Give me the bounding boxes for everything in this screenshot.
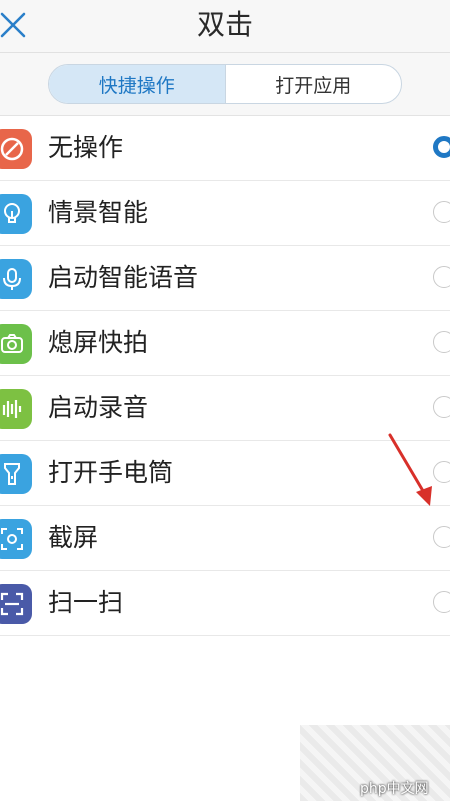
- option-label: 启动智能语音: [48, 263, 199, 292]
- option-label: 情景智能: [48, 198, 149, 227]
- close-icon: [0, 12, 26, 38]
- option-label: 截屏: [48, 523, 99, 552]
- option-scene-intelligence[interactable]: 情景智能: [0, 181, 450, 246]
- tab-open-app[interactable]: 打开应用: [226, 65, 402, 103]
- close-button[interactable]: [0, 6, 36, 42]
- radio-button[interactable]: [433, 331, 450, 353]
- option-screenshot[interactable]: 截屏: [0, 506, 450, 571]
- option-label: 打开手电筒: [48, 458, 174, 487]
- tab-quick-actions[interactable]: 快捷操作: [49, 65, 226, 103]
- bulb-icon: [0, 194, 32, 234]
- radio-button[interactable]: [433, 396, 450, 418]
- segmented-control: 快捷操作 打开应用: [48, 64, 402, 104]
- no-action-icon: [0, 129, 32, 169]
- scan-icon: [0, 584, 32, 624]
- title-bar: 双击: [0, 0, 450, 53]
- option-no-action[interactable]: 无操作: [0, 116, 450, 181]
- option-smart-voice[interactable]: 启动智能语音: [0, 246, 450, 311]
- radio-button[interactable]: [433, 526, 450, 548]
- option-screen-off-snapshot[interactable]: 熄屏快拍: [0, 311, 450, 376]
- page-title: 双击: [196, 8, 253, 41]
- option-label: 熄屏快拍: [48, 328, 149, 357]
- red-arrow-annotation: [388, 433, 432, 506]
- radio-button-selected[interactable]: [433, 136, 450, 158]
- microphone-icon: [0, 259, 32, 299]
- screenshot-icon: [0, 519, 32, 559]
- radio-button[interactable]: [433, 266, 450, 288]
- radio-button[interactable]: [433, 201, 450, 223]
- option-label: 无操作: [48, 133, 124, 162]
- option-list: 无操作 情景智能 启动智能语音 熄屏快拍 启动录音 打开手电筒 截屏 扫一扫: [0, 116, 450, 636]
- camera-icon: [0, 324, 32, 364]
- flashlight-icon: [0, 454, 32, 494]
- audio-bars-icon: [0, 389, 32, 429]
- option-label: 启动录音: [48, 393, 149, 422]
- option-label: 扫一扫: [48, 588, 124, 617]
- option-scan[interactable]: 扫一扫: [0, 571, 450, 636]
- tab-bar-container: 快捷操作 打开应用: [0, 53, 450, 116]
- watermark-text: php中文网: [360, 781, 429, 797]
- radio-button[interactable]: [433, 591, 450, 613]
